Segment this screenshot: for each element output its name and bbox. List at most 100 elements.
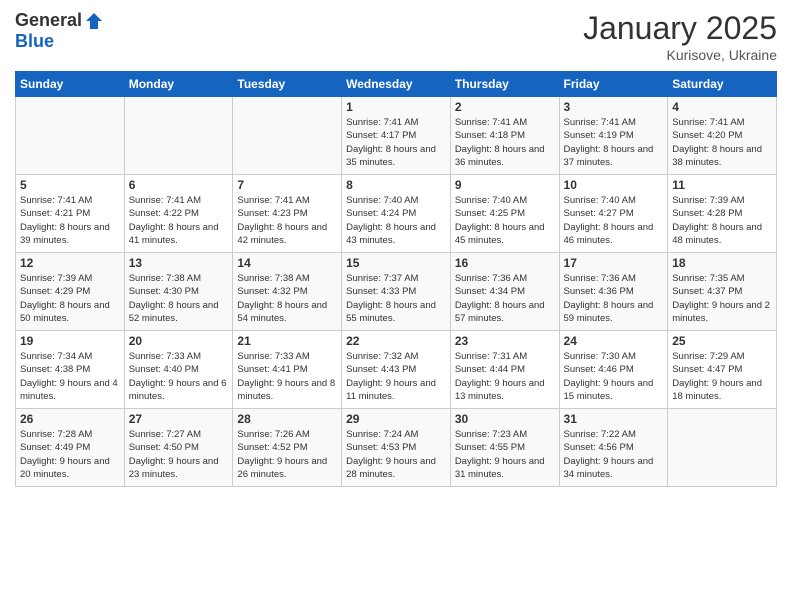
day-number: 7 (237, 178, 337, 192)
col-wednesday: Wednesday (342, 72, 451, 97)
day-detail: Sunrise: 7:41 AM Sunset: 4:19 PM Dayligh… (564, 116, 664, 169)
day-number: 19 (20, 334, 120, 348)
calendar-cell: 6 Sunrise: 7:41 AM Sunset: 4:22 PM Daylig… (124, 175, 233, 253)
day-number: 3 (564, 100, 664, 114)
logo-icon (84, 11, 104, 31)
day-number: 6 (129, 178, 229, 192)
calendar-cell: 8 Sunrise: 7:40 AM Sunset: 4:24 PM Daylig… (342, 175, 451, 253)
day-number: 14 (237, 256, 337, 270)
col-tuesday: Tuesday (233, 72, 342, 97)
calendar-cell: 21Sunrise: 7:33 AM Sunset: 4:41 PM Dayli… (233, 331, 342, 409)
day-number: 17 (564, 256, 664, 270)
logo-blue-text: Blue (15, 31, 54, 52)
day-number: 12 (20, 256, 120, 270)
day-number: 16 (455, 256, 555, 270)
day-detail: Sunrise: 7:41 AM Sunset: 4:22 PM Dayligh… (129, 194, 229, 247)
day-detail: Sunrise: 7:40 AM Sunset: 4:25 PM Dayligh… (455, 194, 555, 247)
day-number: 5 (20, 178, 120, 192)
day-number: 22 (346, 334, 446, 348)
week-row-1: 1 Sunrise: 7:41 AM Sunset: 4:17 PM Daylig… (16, 97, 777, 175)
calendar-table: Sunday Monday Tuesday Wednesday Thursday… (15, 71, 777, 487)
calendar-cell (668, 409, 777, 487)
calendar-cell: 2 Sunrise: 7:41 AM Sunset: 4:18 PM Daylig… (450, 97, 559, 175)
day-detail: Sunrise: 7:24 AM Sunset: 4:53 PM Dayligh… (346, 428, 446, 481)
calendar-cell: 10 Sunrise: 7:40 AM Sunset: 4:27 PM Dayli… (559, 175, 668, 253)
day-number: 24 (564, 334, 664, 348)
day-detail: Sunrise: 7:41 AM Sunset: 4:17 PM Dayligh… (346, 116, 446, 169)
day-detail: Sunrise: 7:27 AM Sunset: 4:50 PM Dayligh… (129, 428, 229, 481)
day-detail: Sunrise: 7:26 AM Sunset: 4:52 PM Dayligh… (237, 428, 337, 481)
calendar-cell: 25 Sunrise: 7:29 AM Sunset: 4:47 PM Dayli… (668, 331, 777, 409)
calendar-cell (16, 97, 125, 175)
col-thursday: Thursday (450, 72, 559, 97)
calendar-cell: 14 Sunrise: 7:38 AM Sunset: 4:32 PM Dayli… (233, 253, 342, 331)
calendar-cell (124, 97, 233, 175)
day-detail: Sunrise: 7:36 AM Sunset: 4:36 PM Dayligh… (564, 272, 664, 325)
calendar-cell: 20 Sunrise: 7:33 AM Sunset: 4:40 PM Dayli… (124, 331, 233, 409)
day-number: 13 (129, 256, 229, 270)
day-detail: Sunrise: 7:29 AM Sunset: 4:47 PM Dayligh… (672, 350, 772, 403)
calendar-cell: 11Sunrise: 7:39 AM Sunset: 4:28 PM Dayli… (668, 175, 777, 253)
calendar-cell: 13 Sunrise: 7:38 AM Sunset: 4:30 PM Dayli… (124, 253, 233, 331)
calendar-cell: 17 Sunrise: 7:36 AM Sunset: 4:36 PM Dayli… (559, 253, 668, 331)
month-title: January 2025 (583, 10, 777, 47)
day-detail: Sunrise: 7:23 AM Sunset: 4:55 PM Dayligh… (455, 428, 555, 481)
day-number: 10 (564, 178, 664, 192)
day-detail: Sunrise: 7:39 AM Sunset: 4:28 PM Dayligh… (672, 194, 772, 247)
day-number: 4 (672, 100, 772, 114)
day-number: 30 (455, 412, 555, 426)
day-detail: Sunrise: 7:41 AM Sunset: 4:20 PM Dayligh… (672, 116, 772, 169)
calendar-cell: 22 Sunrise: 7:32 AM Sunset: 4:43 PM Dayli… (342, 331, 451, 409)
calendar-cell: 4 Sunrise: 7:41 AM Sunset: 4:20 PM Daylig… (668, 97, 777, 175)
calendar-cell: 7Sunrise: 7:41 AM Sunset: 4:23 PM Daylig… (233, 175, 342, 253)
day-number: 15 (346, 256, 446, 270)
calendar-cell: 12 Sunrise: 7:39 AM Sunset: 4:29 PM Dayli… (16, 253, 125, 331)
day-detail: Sunrise: 7:41 AM Sunset: 4:21 PM Dayligh… (20, 194, 120, 247)
week-row-4: 19 Sunrise: 7:34 AM Sunset: 4:38 PM Dayli… (16, 331, 777, 409)
day-detail: Sunrise: 7:33 AM Sunset: 4:40 PM Dayligh… (129, 350, 229, 403)
day-detail: Sunrise: 7:38 AM Sunset: 4:32 PM Dayligh… (237, 272, 337, 325)
col-saturday: Saturday (668, 72, 777, 97)
day-detail: Sunrise: 7:37 AM Sunset: 4:33 PM Dayligh… (346, 272, 446, 325)
day-detail: Sunrise: 7:34 AM Sunset: 4:38 PM Dayligh… (20, 350, 120, 403)
calendar-cell: 27Sunrise: 7:27 AM Sunset: 4:50 PM Dayli… (124, 409, 233, 487)
day-number: 21 (237, 334, 337, 348)
day-number: 2 (455, 100, 555, 114)
day-detail: Sunrise: 7:38 AM Sunset: 4:30 PM Dayligh… (129, 272, 229, 325)
calendar-body: 1 Sunrise: 7:41 AM Sunset: 4:17 PM Daylig… (16, 97, 777, 487)
day-detail: Sunrise: 7:30 AM Sunset: 4:46 PM Dayligh… (564, 350, 664, 403)
day-number: 9 (455, 178, 555, 192)
calendar-cell: 30 Sunrise: 7:23 AM Sunset: 4:55 PM Dayli… (450, 409, 559, 487)
calendar-cell: 19 Sunrise: 7:34 AM Sunset: 4:38 PM Dayli… (16, 331, 125, 409)
day-number: 25 (672, 334, 772, 348)
day-number: 8 (346, 178, 446, 192)
calendar-cell: 26Sunrise: 7:28 AM Sunset: 4:49 PM Dayli… (16, 409, 125, 487)
calendar-cell: 18Sunrise: 7:35 AM Sunset: 4:37 PM Dayli… (668, 253, 777, 331)
logo: General Blue (15, 10, 104, 52)
day-number: 29 (346, 412, 446, 426)
day-number: 23 (455, 334, 555, 348)
day-number: 18 (672, 256, 772, 270)
logo-general-text: General (15, 10, 82, 31)
day-detail: Sunrise: 7:40 AM Sunset: 4:27 PM Dayligh… (564, 194, 664, 247)
calendar-cell: 3 Sunrise: 7:41 AM Sunset: 4:19 PM Daylig… (559, 97, 668, 175)
day-number: 1 (346, 100, 446, 114)
day-number: 26 (20, 412, 120, 426)
calendar-cell: 24 Sunrise: 7:30 AM Sunset: 4:46 PM Dayli… (559, 331, 668, 409)
calendar-cell: 23 Sunrise: 7:31 AM Sunset: 4:44 PM Dayli… (450, 331, 559, 409)
calendar-cell: 15 Sunrise: 7:37 AM Sunset: 4:33 PM Dayli… (342, 253, 451, 331)
col-sunday: Sunday (16, 72, 125, 97)
page-container: General Blue January 2025 Kurisove, Ukra… (0, 0, 792, 497)
calendar-cell: 5 Sunrise: 7:41 AM Sunset: 4:21 PM Daylig… (16, 175, 125, 253)
day-detail: Sunrise: 7:40 AM Sunset: 4:24 PM Dayligh… (346, 194, 446, 247)
calendar-cell: 28Sunrise: 7:26 AM Sunset: 4:52 PM Dayli… (233, 409, 342, 487)
day-detail: Sunrise: 7:32 AM Sunset: 4:43 PM Dayligh… (346, 350, 446, 403)
day-detail: Sunrise: 7:39 AM Sunset: 4:29 PM Dayligh… (20, 272, 120, 325)
day-detail: Sunrise: 7:31 AM Sunset: 4:44 PM Dayligh… (455, 350, 555, 403)
calendar-cell: 16Sunrise: 7:36 AM Sunset: 4:34 PM Dayli… (450, 253, 559, 331)
calendar-cell: 9 Sunrise: 7:40 AM Sunset: 4:25 PM Daylig… (450, 175, 559, 253)
calendar-cell: 29 Sunrise: 7:24 AM Sunset: 4:53 PM Dayli… (342, 409, 451, 487)
day-detail: Sunrise: 7:41 AM Sunset: 4:18 PM Dayligh… (455, 116, 555, 169)
day-number: 20 (129, 334, 229, 348)
header-row: Sunday Monday Tuesday Wednesday Thursday… (16, 72, 777, 97)
